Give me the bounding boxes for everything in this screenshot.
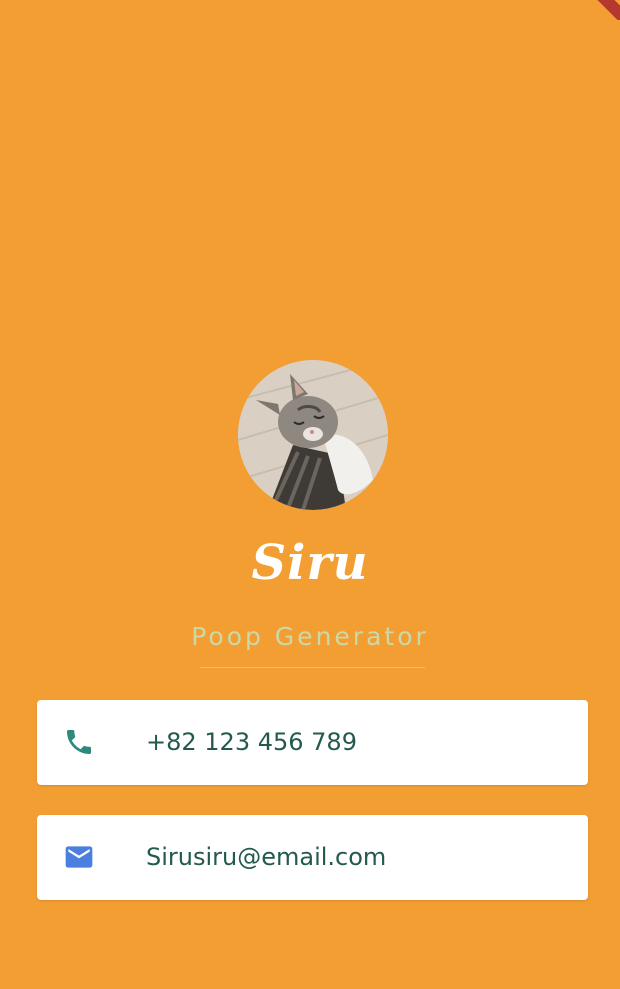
phone-card[interactable]: +82 123 456 789 <box>37 700 588 785</box>
email-address: Sirusiru@email.com <box>146 843 387 871</box>
profile-tagline: Poop Generator <box>191 622 429 651</box>
phone-number: +82 123 456 789 <box>146 728 357 756</box>
profile-screen: Siru Poop Generator +82 123 456 789 Siru… <box>0 0 620 989</box>
cat-photo <box>238 360 388 510</box>
profile-name: Siru <box>251 535 369 591</box>
phone-icon <box>63 726 95 758</box>
email-icon <box>63 841 95 873</box>
divider <box>200 667 425 668</box>
email-card[interactable]: Sirusiru@email.com <box>37 815 588 900</box>
avatar <box>238 360 388 510</box>
